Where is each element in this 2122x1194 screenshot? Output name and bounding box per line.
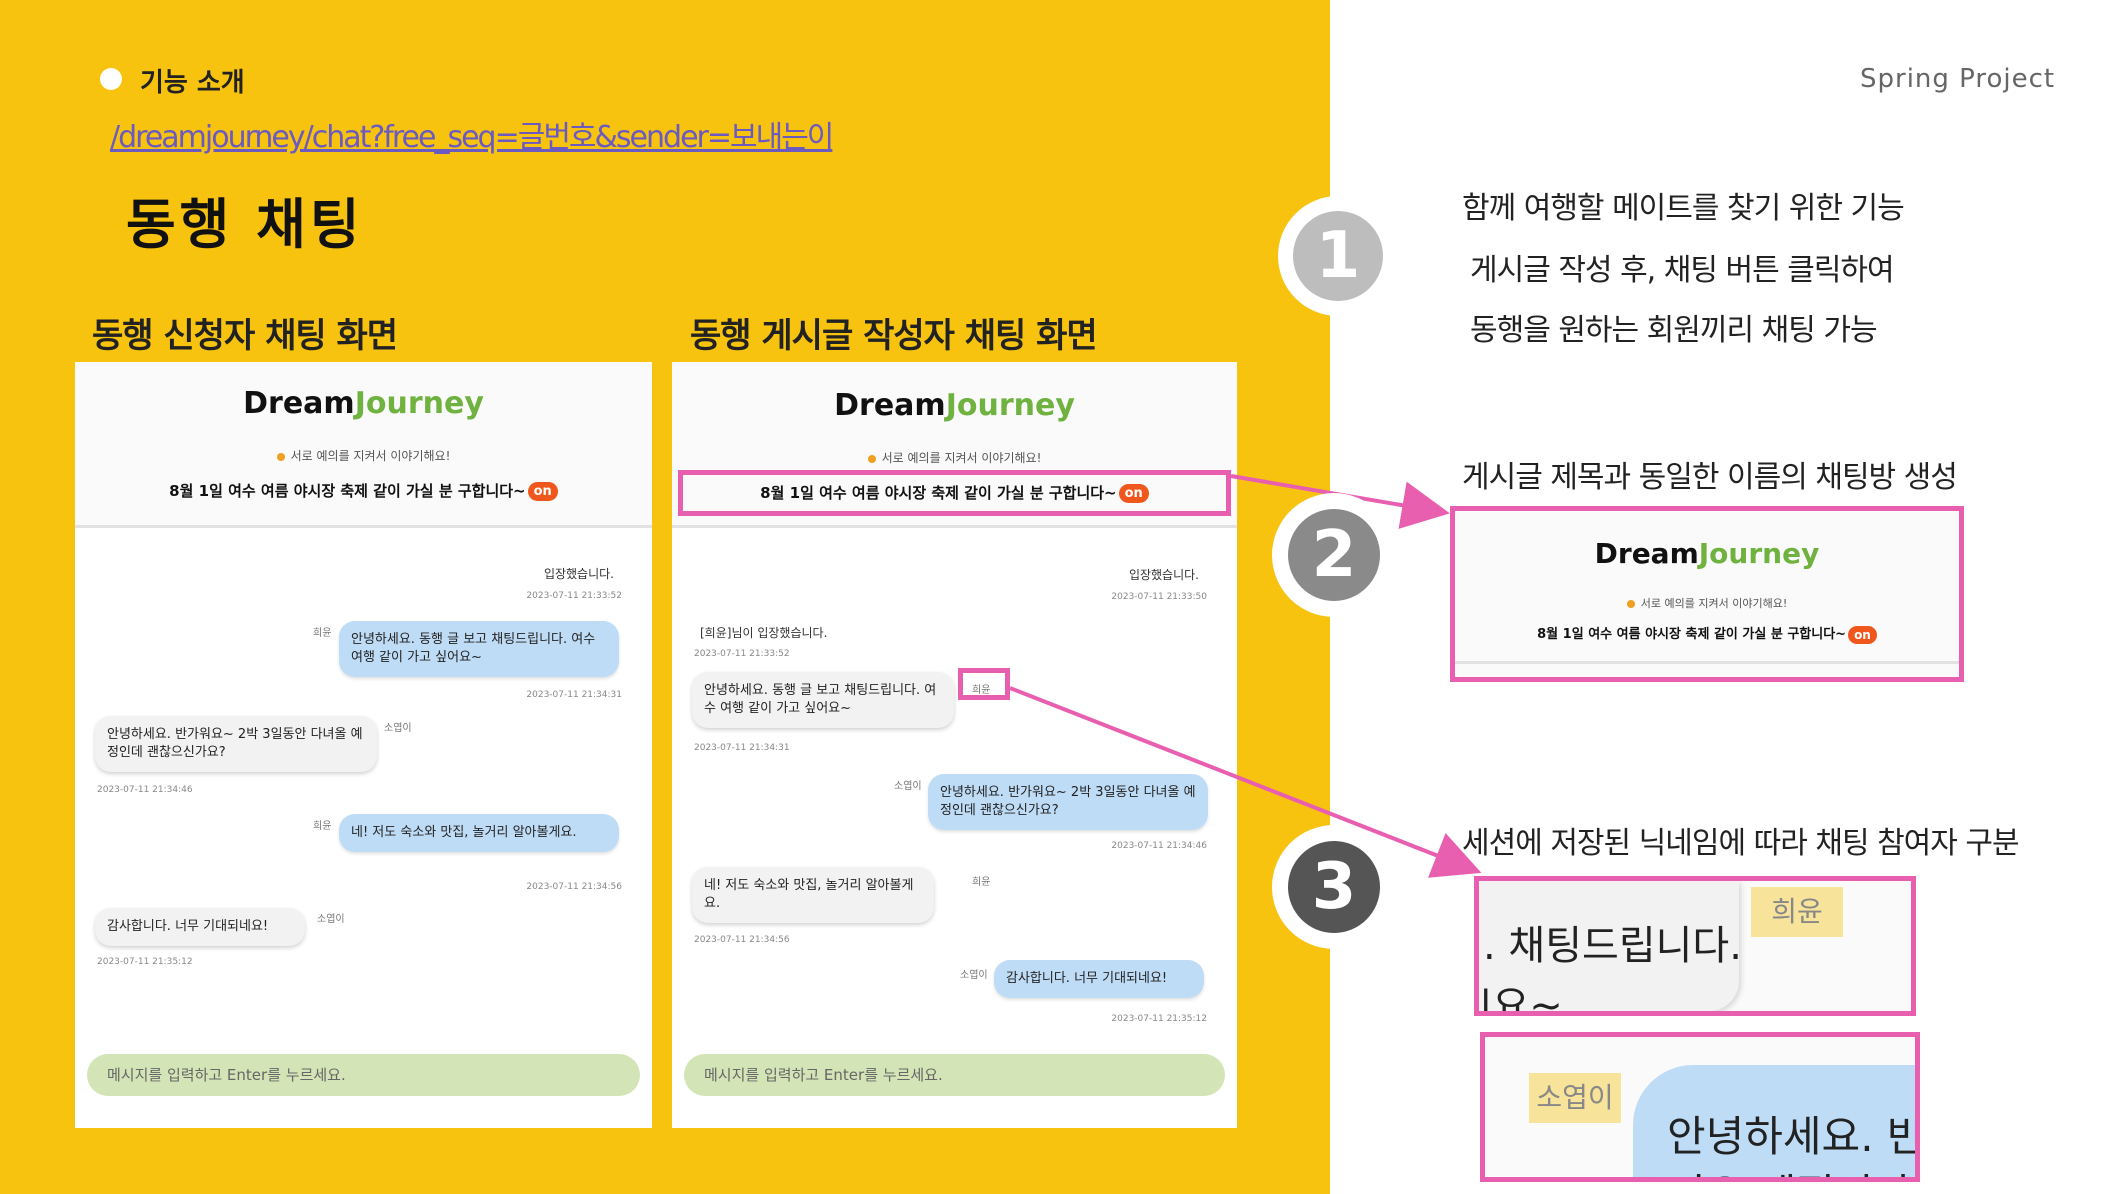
step-3-line-1: 세션에 저장된 닉네임에 따라 채팅 참여자 구분 — [1462, 826, 2020, 861]
zoomed-message-text: 안녕하세요. 반 — [1667, 1112, 1920, 1161]
zoomed-message-text: |요~ — [1479, 983, 1563, 1016]
zoomed-message-text: . 채팅드립니다. — [1483, 923, 1742, 969]
header-divider — [1455, 661, 1959, 664]
step-2-line-1: 게시글 제목과 동일한 이름의 채팅방 생성 — [1462, 460, 1958, 495]
brand-logo: DreamJourney — [1594, 537, 1820, 570]
notice-dot-icon — [1626, 600, 1635, 608]
zoomed-message-text: 녀오 예정이다 — [1667, 1161, 1912, 1177]
room-title: 8월 1일 여수 여름 야시장 축제 같이 가실 분 구합니다~ on — [1455, 623, 1959, 644]
zoomed-nickname-tag: 희윤 — [1751, 887, 1843, 937]
nickname-zoom-applicant: 소엽이 안녕하세요. 반 녀오 예정이다 — [1480, 1032, 1920, 1182]
step-1-line-3: 동행을 원하는 회원끼리 채팅 가능 — [1470, 313, 1878, 348]
step-2-badge: 2 — [1272, 493, 1396, 617]
nickname-zoom-author: . 채팅드립니다. |요~ 희윤 — [1474, 876, 1916, 1016]
room-header-zoom: DreamJourney 서로 예의를 지켜서 이야기해요! 8월 1일 여수 … — [1450, 506, 1964, 682]
step-1-line-2: 게시글 작성 후, 채팅 버튼 클릭하여 — [1470, 253, 1895, 288]
arrow-to-nick-zoom — [1009, 686, 1482, 878]
online-badge: on — [1848, 625, 1877, 644]
step-1-line-1: 함께 여행할 메이트를 찾기 위한 기능 — [1462, 191, 1905, 226]
etiquette-notice: 서로 예의를 지켜서 이야기해요! — [1455, 595, 1959, 611]
step-1-badge: 1 — [1278, 196, 1398, 316]
step-3-badge: 3 — [1272, 825, 1396, 949]
zoomed-nickname-tag: 소엽이 — [1529, 1073, 1621, 1123]
